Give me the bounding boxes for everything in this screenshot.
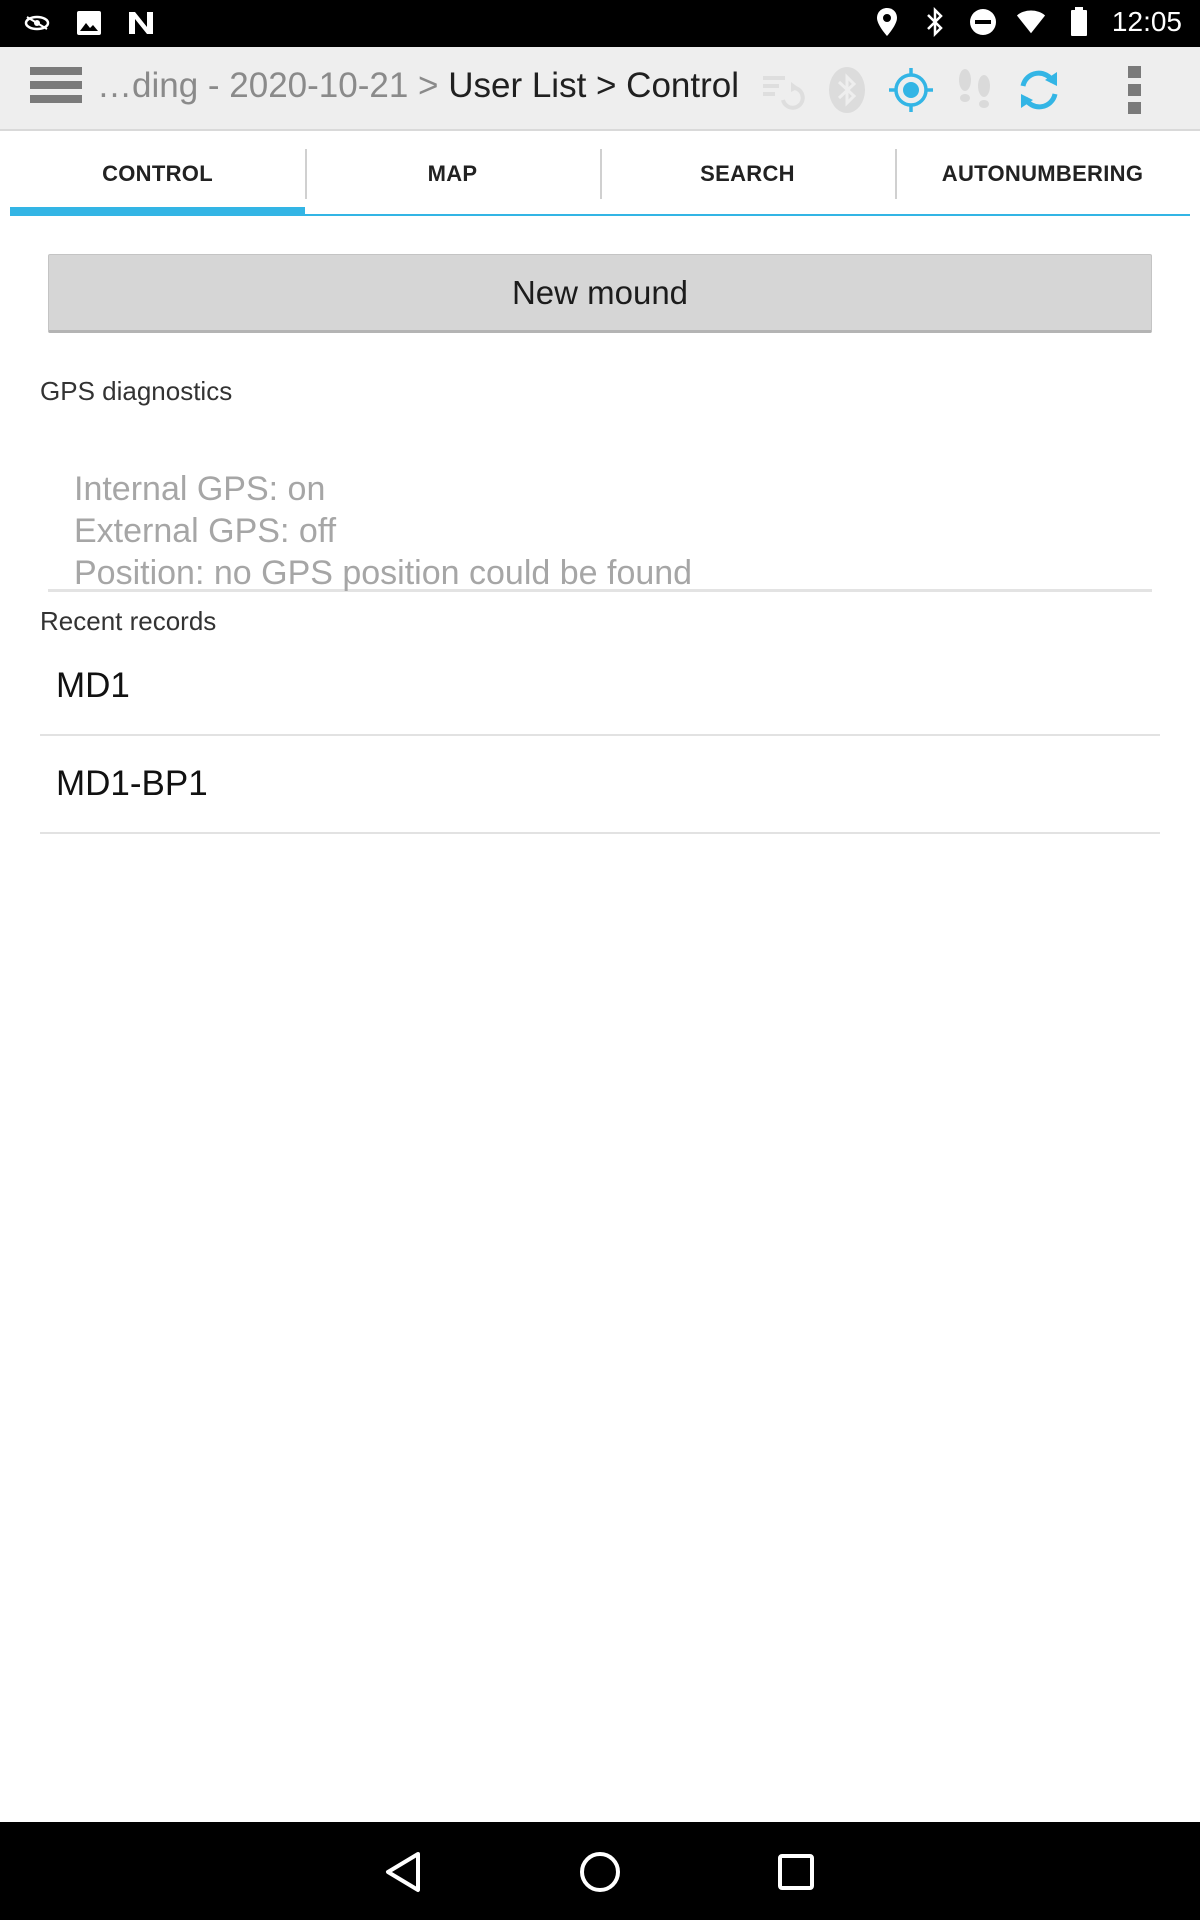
sync-status-icon[interactable]: [758, 65, 808, 115]
n-notification-icon: [126, 8, 156, 38]
hamburger-menu-icon[interactable]: [30, 67, 82, 111]
gps-external-status: External GPS: off: [74, 512, 337, 550]
battery-icon: [1064, 7, 1094, 37]
recents-icon[interactable]: [768, 1844, 824, 1900]
footsteps-icon[interactable]: [950, 65, 1000, 115]
gps-position-status: Position: no GPS position could be found: [74, 554, 693, 592]
do-not-disturb-icon: [968, 7, 998, 37]
gps-target-icon[interactable]: [886, 65, 936, 115]
tab-label: MAP: [427, 160, 478, 186]
recent-records-label: Recent records: [40, 606, 217, 636]
breadcrumb-current[interactable]: User List > Control: [448, 66, 739, 105]
gps-internal-status: Internal GPS: on: [74, 470, 326, 508]
list-item[interactable]: MD1-BP1: [40, 736, 1160, 834]
tab-control[interactable]: CONTROL: [10, 131, 305, 216]
location-icon: [872, 7, 902, 37]
eye-notification-icon: [22, 8, 52, 38]
wifi-icon: [1016, 7, 1046, 37]
image-notification-icon: [74, 8, 104, 38]
tab-search[interactable]: SEARCH: [600, 131, 895, 216]
tab-autonumbering[interactable]: AUTONUMBERING: [895, 131, 1190, 216]
new-mound-button[interactable]: New mound: [48, 254, 1152, 333]
control-panel: New mound GPS diagnostics Internal GPS: …: [10, 216, 1190, 1822]
refresh-icon[interactable]: [1014, 65, 1064, 115]
gps-diagnostics-field: Internal GPS: on External GPS: off Posit…: [48, 456, 1152, 592]
breadcrumb-path[interactable]: …ding - 2020-10-21 >: [97, 66, 448, 105]
tab-bar: CONTROL MAP SEARCH AUTONUMBERING: [10, 131, 1190, 216]
bluetooth-icon: [920, 7, 950, 37]
gps-diagnostics-label: GPS diagnostics: [40, 376, 233, 406]
action-bar: …ding - 2020-10-21 > User List > Control: [0, 47, 1200, 131]
home-icon[interactable]: [572, 1844, 628, 1900]
list-item[interactable]: MD1: [40, 638, 1160, 736]
overflow-menu-icon[interactable]: [1110, 65, 1160, 115]
status-bar: 12:05: [0, 0, 1200, 47]
tab-map[interactable]: MAP: [305, 131, 600, 216]
navigation-bar: [0, 1822, 1200, 1920]
tab-indicator: [10, 207, 305, 216]
back-icon[interactable]: [376, 1844, 432, 1900]
tab-label: SEARCH: [700, 160, 795, 186]
tab-label: AUTONUMBERING: [941, 160, 1144, 186]
tab-label: CONTROL: [102, 160, 213, 186]
breadcrumb[interactable]: …ding - 2020-10-21 > User List > Control: [97, 66, 739, 106]
status-time: 12:05: [1111, 6, 1182, 37]
bluetooth-icon[interactable]: [822, 65, 872, 115]
